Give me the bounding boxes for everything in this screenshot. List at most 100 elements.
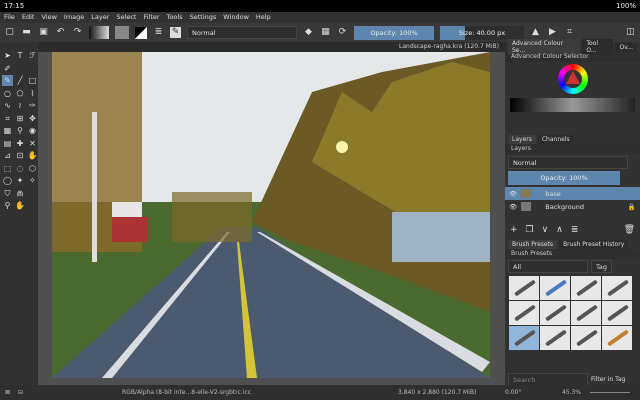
freehand-select-icon[interactable]: ◯ xyxy=(2,175,13,186)
zoom-level[interactable]: 45.3% xyxy=(562,389,581,396)
smart-patch-icon[interactable]: ✚ xyxy=(15,138,26,149)
zoom-tool-icon[interactable]: ⚲ xyxy=(2,200,13,211)
selection-icon[interactable]: ⊠ xyxy=(5,389,10,396)
brush-preset-icon[interactable]: ✎ xyxy=(170,27,181,38)
brush-preset[interactable] xyxy=(509,301,539,325)
ellipse-select-icon[interactable]: ◌ xyxy=(15,163,26,174)
mirror-vertical-icon[interactable]: ▶ xyxy=(547,27,558,38)
rectangle-tool-icon[interactable]: □ xyxy=(27,75,38,86)
wrap-around-icon[interactable]: ⌗ xyxy=(564,27,575,38)
layer-blend-dropdown[interactable]: Normal xyxy=(508,156,628,169)
polygon-select-icon[interactable]: ⬡ xyxy=(27,163,38,174)
new-document-icon[interactable]: ▢ xyxy=(4,27,15,38)
contiguous-select-icon[interactable]: ✦ xyxy=(15,175,26,186)
brush-preset[interactable] xyxy=(540,326,570,350)
layer-opacity-slider[interactable]: Opacity: 100% xyxy=(508,171,620,185)
brush-preset[interactable] xyxy=(602,326,632,350)
calligraphy-tool-icon[interactable]: ℱ xyxy=(27,50,38,61)
pattern-selector[interactable] xyxy=(115,26,129,39)
menu-filter[interactable]: Filter xyxy=(143,13,159,22)
transform-tool-icon[interactable]: ⊞ xyxy=(15,113,26,124)
eye-icon[interactable]: 👁 xyxy=(509,203,517,211)
menu-edit[interactable]: Edit xyxy=(22,13,35,22)
move-tool-icon[interactable]: ✥ xyxy=(27,113,38,124)
menu-help[interactable]: Help xyxy=(256,13,271,22)
menu-view[interactable]: View xyxy=(41,13,56,22)
save-icon[interactable]: ▣ xyxy=(38,27,49,38)
color-picker-icon[interactable]: ⚲ xyxy=(15,125,26,136)
pan-tool-icon[interactable]: ✋ xyxy=(15,200,26,211)
menu-image[interactable]: Image xyxy=(64,13,84,22)
rotation-value[interactable]: 0.00° xyxy=(505,389,521,396)
eraser-icon[interactable]: ◆ xyxy=(303,27,314,38)
add-layer-icon[interactable]: + xyxy=(510,225,518,235)
similar-select-icon[interactable]: ✧ xyxy=(27,175,38,186)
move-down-icon[interactable]: ∨ xyxy=(542,225,549,235)
menu-layer[interactable]: Layer xyxy=(91,13,109,22)
gradient-selector[interactable] xyxy=(89,26,109,39)
brush-settings-icon[interactable]: ≣ xyxy=(153,27,164,38)
pan-icon[interactable]: ✋ xyxy=(27,150,38,161)
rect-select-icon[interactable]: ⬚ xyxy=(2,163,13,174)
brush-preset[interactable] xyxy=(602,276,632,300)
blend-mode-dropdown[interactable]: Normal xyxy=(187,26,297,39)
brush-preset[interactable] xyxy=(571,276,601,300)
opacity-slider[interactable]: Opacity: 100% xyxy=(354,25,434,40)
canvas-area[interactable] xyxy=(38,52,505,385)
alpha-lock-icon[interactable]: ▦ xyxy=(320,27,331,38)
size-slider[interactable]: Size: 40.00 px xyxy=(440,25,524,40)
brush-preset[interactable] xyxy=(540,276,570,300)
menu-window[interactable]: Window xyxy=(223,13,249,22)
select-tool-icon[interactable]: ➤ xyxy=(2,50,13,61)
redo-icon[interactable]: ↷ xyxy=(72,27,83,38)
tab-overview[interactable]: Ov... xyxy=(615,42,637,52)
menu-select[interactable]: Select xyxy=(116,13,136,22)
magnetic-select-icon[interactable]: ⋒ xyxy=(15,188,26,199)
line-tool-icon[interactable]: ╱ xyxy=(15,75,26,86)
mirror-horizontal-icon[interactable]: ▲ xyxy=(530,27,541,38)
delete-layer-icon[interactable]: 🗑 xyxy=(624,225,635,235)
menu-file[interactable]: File xyxy=(4,13,15,22)
docker-toggle-icon[interactable]: ◫ xyxy=(625,27,636,38)
menu-tools[interactable]: Tools xyxy=(167,13,183,22)
brush-preset[interactable] xyxy=(602,301,632,325)
tab-channels[interactable]: Channels xyxy=(537,134,574,144)
brush-preset[interactable] xyxy=(540,301,570,325)
document-tab[interactable]: Landscape-ragha.kra (120.7 MiB) xyxy=(38,42,505,52)
canvas-painting[interactable] xyxy=(52,52,490,378)
layer-row[interactable]: 👁 Background 🔒 xyxy=(505,200,640,213)
fill-tool-icon[interactable]: ◉ xyxy=(27,125,38,136)
colour-triangle[interactable] xyxy=(565,71,580,84)
layer-row[interactable]: 👁 base xyxy=(505,187,640,200)
brush-preset[interactable] xyxy=(509,326,539,350)
duplicate-layer-icon[interactable]: ❐ xyxy=(526,225,534,235)
colour-wheel[interactable] xyxy=(557,64,588,94)
brush-preset[interactable] xyxy=(509,276,539,300)
ellipse-tool-icon[interactable]: ○ xyxy=(2,88,13,99)
crop-tool-icon[interactable]: ⌗ xyxy=(2,113,13,124)
tab-brush-preset-history[interactable]: Brush Preset History xyxy=(559,239,629,249)
tab-brush-presets[interactable]: Brush Presets xyxy=(508,239,558,249)
grid-tool-icon[interactable]: ▦ xyxy=(2,125,13,136)
lock-icon[interactable]: ⊟ xyxy=(18,389,23,396)
assistant-tool-icon[interactable]: ✕ xyxy=(27,138,38,149)
reference-tool-icon[interactable]: ⊡ xyxy=(15,150,26,161)
polyline-tool-icon[interactable]: ⌇ xyxy=(27,88,38,99)
brush-filter-dropdown[interactable]: All xyxy=(508,260,588,273)
measure-tool-icon[interactable]: ⊿ xyxy=(2,150,13,161)
menu-settings[interactable]: Settings xyxy=(190,13,217,22)
brush-tool-icon[interactable]: ✎ xyxy=(2,75,13,86)
undo-icon[interactable]: ↶ xyxy=(55,27,66,38)
tag-button[interactable]: Tag xyxy=(591,260,613,273)
gradient-tool-icon[interactable]: ▤ xyxy=(2,138,13,149)
eyedropper-icon[interactable]: ✐ xyxy=(2,63,13,74)
lock-icon[interactable]: 🔒 xyxy=(628,203,636,211)
polygon-tool-icon[interactable]: ⬠ xyxy=(15,88,26,99)
brush-preset[interactable] xyxy=(571,326,601,350)
dynamic-brush-icon[interactable]: ✑ xyxy=(27,100,38,111)
move-up-icon[interactable]: ∧ xyxy=(556,225,563,235)
foreground-background-colors[interactable] xyxy=(135,26,147,39)
tab-layers[interactable]: Layers xyxy=(508,134,536,144)
layer-properties-icon[interactable]: ≣ xyxy=(571,225,579,235)
brush-preset[interactable] xyxy=(571,301,601,325)
